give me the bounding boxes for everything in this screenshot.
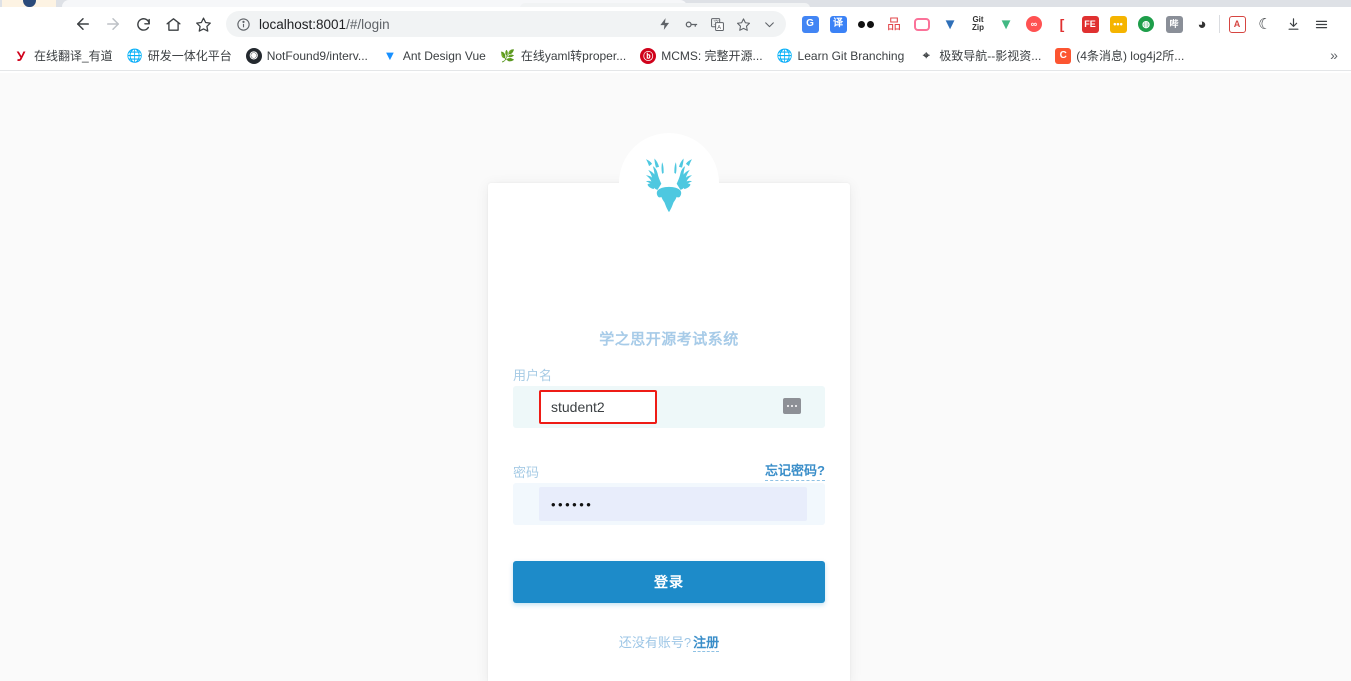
password-field-wrapper[interactable]: •••••• — [513, 483, 825, 525]
register-row: 还没有账号? 注册 — [488, 632, 850, 652]
forward-button[interactable] — [98, 10, 128, 38]
bookmark-label: (4条消息) log4j2所... — [1076, 49, 1185, 63]
register-prompt: 还没有账号? — [618, 635, 692, 650]
bookmarks-overflow-button[interactable]: » — [1325, 47, 1343, 63]
username-field-wrapper[interactable]: student2 — [513, 386, 825, 428]
bookmark-label: 研发一体化平台 — [147, 49, 232, 63]
url-text: localhost:8001/#/login — [259, 17, 652, 32]
reload-button[interactable] — [128, 10, 158, 38]
password-label: 密码 — [513, 465, 540, 480]
app-logo — [619, 133, 719, 233]
gitzip-extension-icon[interactable]: Git Zip — [964, 10, 992, 38]
bookmark-devops-platform[interactable]: 🌐 研发一体化平台 — [120, 44, 239, 67]
url-path: /#/login — [346, 16, 390, 32]
yellow-dots-extension-icon[interactable]: ••• — [1104, 10, 1132, 38]
url-host: localhost:8001 — [259, 16, 347, 32]
bookmark-label: 极致导航--影视资... — [939, 49, 1042, 63]
star-icon[interactable] — [730, 12, 756, 36]
balloon-icon — [23, 0, 36, 7]
antdv-icon: ▼ — [383, 48, 397, 63]
browser-chrome: 好运相伴 HAOYUN XIANGBAN localhost:8001/#/lo… — [0, 0, 1351, 71]
site-info-icon[interactable] — [236, 17, 251, 32]
bookmark-jizhi-navigation[interactable]: ⌖ 极致导航--影视资... — [911, 44, 1048, 67]
svg-text:A: A — [717, 24, 721, 30]
bookmark-notfound9-interview[interactable]: ◉ NotFound9/interv... — [239, 45, 375, 67]
bookmark-label: MCMS: 完整开源... — [661, 49, 763, 63]
dark-reader-extension-icon[interactable] — [852, 10, 880, 38]
translate-icon[interactable]: 文A — [704, 12, 730, 36]
globe-icon: 🌐 — [776, 47, 793, 63]
home-button[interactable] — [158, 10, 188, 38]
infinity-extension-icon[interactable]: ∞ — [1020, 10, 1048, 38]
clock-extension-icon[interactable]: ◕ — [1188, 10, 1216, 38]
github-icon: ◉ — [245, 47, 262, 64]
bookmark-label: Learn Git Branching — [797, 48, 905, 63]
bookmark-learn-git-branching[interactable]: 🌐 Learn Git Branching — [770, 45, 912, 67]
bookmark-label: 在线yaml转proper... — [520, 49, 627, 63]
login-page: 学之思开源考试系统 用户名 student2 密码 忘记密码? •••••• 登… — [0, 73, 1351, 681]
google-translate-extension-icon[interactable]: G — [796, 10, 824, 38]
forgot-password-link[interactable]: 忘记密码? — [765, 460, 825, 481]
browser-toolbar: localhost:8001/#/login 文A G 译 品 — [0, 7, 1351, 41]
bookmark-label: NotFound9/interv... — [266, 48, 368, 63]
downloads-icon[interactable] — [1279, 10, 1307, 38]
login-card: 学之思开源考试系统 用户名 student2 密码 忘记密码? •••••• 登… — [488, 183, 850, 681]
fanyi-extension-icon[interactable]: 译 — [824, 10, 852, 38]
username-input[interactable]: student2 — [539, 390, 657, 424]
mcms-icon: ⓑ — [640, 47, 657, 64]
bookmark-star-button[interactable] — [188, 10, 218, 38]
login-button[interactable]: 登录 — [513, 561, 825, 603]
leaf-icon: 🌿 — [500, 48, 516, 63]
pdf-extension-icon[interactable]: A — [1223, 10, 1251, 38]
bilibili-helper-extension-icon[interactable]: 哔 — [1160, 10, 1188, 38]
tab-favicon[interactable]: 好运相伴 HAOYUN XIANGBAN — [2, 0, 56, 7]
register-link[interactable]: 注册 — [693, 635, 720, 652]
lightning-icon[interactable] — [652, 12, 678, 36]
extension-icons: G 译 品 ▼ Git Zip ▼ ∞ [ FE ••• ◍ 哔 ◕ A ☾ — [796, 10, 1335, 38]
bookmark-mcms[interactable]: ⓑ MCMS: 完整开源... — [633, 44, 769, 67]
csdn-icon: C — [1055, 47, 1072, 64]
night-mode-icon[interactable]: ☾ — [1251, 10, 1279, 38]
bookmark-label: 在线翻译_有道 — [34, 49, 113, 63]
bookmark-yaml-to-properties[interactable]: 🌿 在线yaml转proper... — [493, 44, 633, 67]
bookmarks-bar: У 在线翻译_有道 🌐 研发一体化平台 ◉ NotFound9/interv..… — [0, 41, 1351, 71]
key-icon[interactable] — [678, 12, 704, 36]
toolbar-divider — [1219, 15, 1220, 33]
fe-helper-extension-icon[interactable]: FE — [1076, 10, 1104, 38]
bookmark-youdao-translate[interactable]: У 在线翻译_有道 — [6, 44, 120, 67]
idm-extension-icon[interactable]: ◍ — [1132, 10, 1160, 38]
sitemap-extension-icon[interactable]: 品 — [880, 10, 908, 38]
vue-extension-icon[interactable]: ▼ — [992, 10, 1020, 38]
chevron-down-icon[interactable] — [756, 12, 782, 36]
page-title: 学之思开源考试系统 — [599, 331, 739, 348]
bookmark-csdn-log4j2[interactable]: C (4条消息) log4j2所... — [1048, 44, 1191, 67]
bookmark-ant-design-vue[interactable]: ▼ Ant Design Vue — [375, 45, 493, 67]
username-label: 用户名 — [513, 368, 553, 383]
vue-devtools-extension-icon[interactable]: ▼ — [936, 10, 964, 38]
password-input[interactable]: •••••• — [539, 487, 807, 521]
tab-strip: 好运相伴 HAOYUN XIANGBAN — [0, 0, 1351, 7]
password-manager-icon[interactable] — [783, 398, 801, 414]
globe-icon: 🌐 — [126, 47, 143, 63]
youdao-icon: У — [16, 47, 26, 64]
compass-icon: ⌖ — [922, 48, 930, 62]
bilibili-extension-icon[interactable] — [908, 10, 936, 38]
bookmark-label: Ant Design Vue — [402, 48, 486, 63]
red-bracket-extension-icon[interactable]: [ — [1048, 10, 1076, 38]
back-button[interactable] — [68, 10, 98, 38]
address-bar[interactable]: localhost:8001/#/login 文A — [226, 11, 786, 37]
chrome-menu-icon[interactable] — [1307, 10, 1335, 38]
deer-logo-icon — [645, 158, 693, 213]
